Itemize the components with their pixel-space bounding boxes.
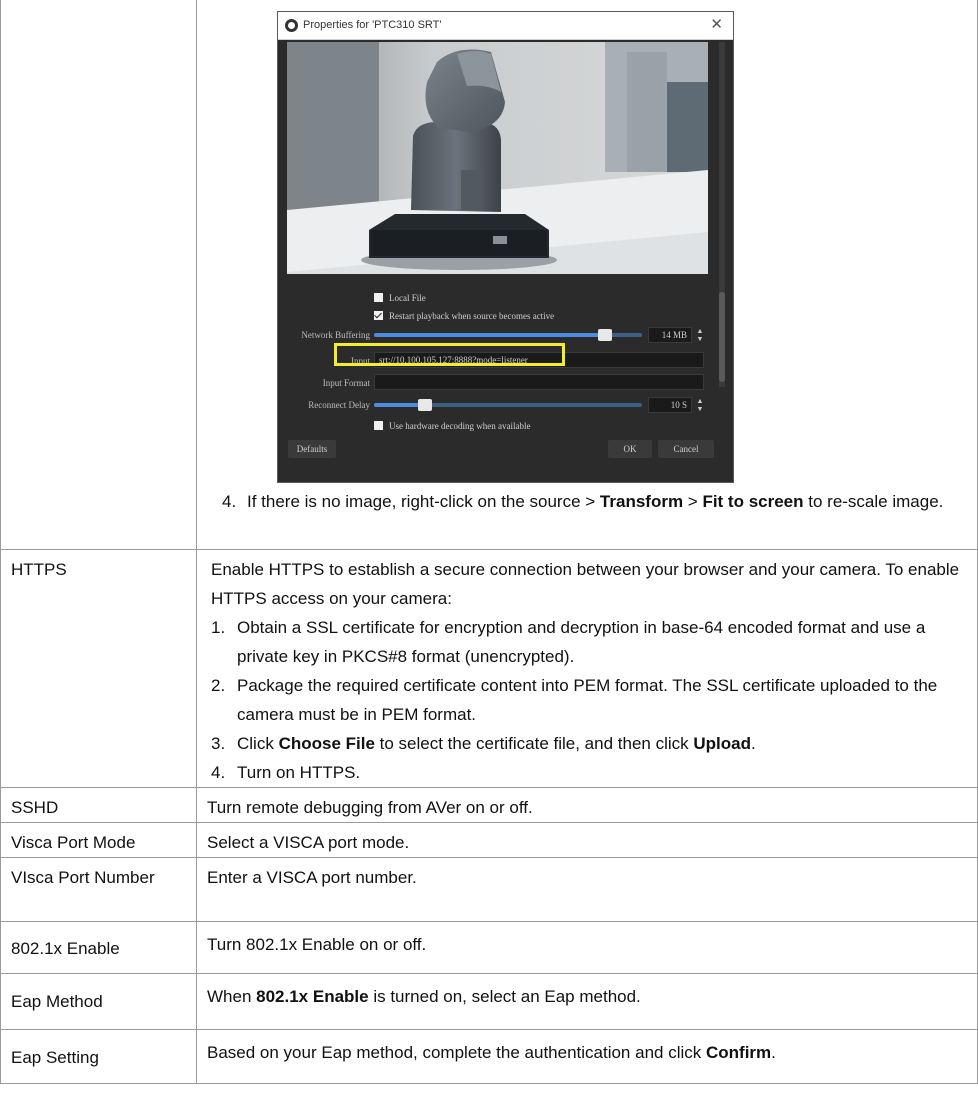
8021x-enable-bold: 802.1x Enable — [256, 986, 369, 1006]
dialog-titlebar: Properties for 'PTC310 SRT' ✕ — [278, 12, 733, 40]
hw-decoding-label: Use hardware decoding when available — [389, 421, 531, 431]
input-format-field[interactable] — [374, 374, 704, 390]
obs-properties-dialog: Properties for 'PTC310 SRT' ✕ Local File… — [277, 11, 734, 483]
restart-playback-checkbox[interactable] — [374, 311, 383, 320]
fit-to-screen-bold: Fit to screen — [702, 492, 804, 511]
local-file-label: Local File — [389, 293, 426, 303]
row-name-8021x-enable: 802.1x Enable — [0, 920, 197, 974]
row-name-visca-port-number: VIsca Port Number — [0, 856, 197, 922]
restart-playback-checkbox-row[interactable]: Restart playback when source becomes act… — [374, 309, 554, 323]
slider-handle[interactable] — [418, 399, 432, 411]
reconnect-delay-spinbox[interactable]: 10 S — [648, 397, 692, 413]
row-desc-sshd: Turn remote debugging from AVer on or of… — [196, 786, 978, 823]
local-file-checkbox[interactable] — [374, 293, 383, 302]
ok-button[interactable]: OK — [608, 440, 652, 458]
step-number: 4. — [222, 492, 237, 511]
table-row: Eap Method When 802.1x Enable is turned … — [0, 972, 978, 1030]
desc-text: Based on your Eap method, complete the a… — [207, 1042, 706, 1062]
network-buffering-spinbox[interactable]: 14 MB — [648, 327, 692, 343]
list-number: 3. — [211, 733, 226, 753]
hw-decoding-checkbox-row[interactable]: Use hardware decoding when available — [374, 419, 530, 433]
list-number: 4. — [211, 762, 226, 782]
desc-text: . — [771, 1042, 776, 1062]
obs-logo-icon — [285, 19, 298, 32]
dialog-title: Properties for 'PTC310 SRT' — [303, 19, 442, 31]
table-row: Visca Port Mode Select a VISCA port mode… — [0, 821, 978, 858]
row-desc-cell: Properties for 'PTC310 SRT' ✕ Local File… — [196, 0, 978, 550]
dialog-scrollbar[interactable] — [719, 42, 725, 387]
spin-arrows-icon[interactable]: ▲ ▼ — [694, 397, 706, 413]
table-row: VIsca Port Number Enter a VISCA port num… — [0, 856, 978, 922]
list-text: Package the required certificate content… — [237, 675, 938, 724]
step-4: 4. If there is no image, right-click on … — [197, 487, 977, 516]
list-text: to select the certificate file, and then… — [374, 733, 694, 753]
settings-table: Properties for 'PTC310 SRT' ✕ Local File… — [0, 0, 978, 1084]
row-name-eap-method: Eap Method — [0, 972, 197, 1030]
local-file-checkbox-row[interactable]: Local File — [374, 291, 426, 305]
hw-decoding-checkbox[interactable] — [374, 421, 383, 430]
list-text: . — [750, 733, 756, 753]
list-item: 3. Click Choose File to select the certi… — [207, 729, 967, 758]
input-format-label: Input Format — [322, 378, 370, 388]
step-text: If there is no image, right-click on the… — [247, 492, 600, 511]
row-desc-https: Enable HTTPS to establish a secure conne… — [196, 548, 978, 788]
list-item: 2. Package the required certificate cont… — [207, 671, 967, 729]
step-separator: > — [683, 492, 703, 511]
row-desc-eap-method: When 802.1x Enable is turned on, select … — [196, 972, 978, 1030]
row-name-sshd: SSHD — [0, 786, 197, 823]
list-text: Click — [237, 733, 279, 753]
reconnect-delay-slider[interactable] — [374, 399, 642, 411]
row-name-eap-setting: Eap Setting — [0, 1028, 197, 1084]
input-highlight-box — [334, 343, 565, 366]
defaults-button[interactable]: Defaults — [288, 440, 336, 458]
row-desc-8021x-enable: Turn 802.1x Enable on or off. — [196, 920, 978, 974]
desc-text: is turned on, select an Eap method. — [368, 986, 641, 1006]
close-icon[interactable]: ✕ — [710, 17, 723, 32]
table-row: HTTPS Enable HTTPS to establish a secure… — [0, 548, 978, 788]
transform-bold: Transform — [599, 492, 684, 511]
spin-arrows-icon[interactable]: ▲ ▼ — [694, 327, 706, 343]
camera-preview-image — [287, 42, 708, 274]
row-name-cell — [0, 0, 197, 550]
table-row: SSHD Turn remote debugging from AVer on … — [0, 786, 978, 823]
list-item: 1. Obtain a SSL certificate for encrypti… — [207, 613, 967, 671]
list-text: Obtain a SSL certificate for encryption … — [237, 617, 926, 666]
network-buffering-slider[interactable] — [374, 329, 642, 341]
row-desc-visca-port-mode: Select a VISCA port mode. — [196, 821, 978, 858]
row-desc-eap-setting: Based on your Eap method, complete the a… — [196, 1028, 978, 1084]
network-buffering-label: Network Buffering — [301, 330, 370, 340]
reconnect-delay-label: Reconnect Delay — [308, 400, 370, 410]
camera-photo — [287, 42, 708, 274]
step-text-end: to re-scale image. — [803, 492, 944, 511]
cancel-button[interactable]: Cancel — [658, 440, 714, 458]
list-text: Turn on HTTPS. — [237, 762, 361, 782]
row-desc-visca-port-number: Enter a VISCA port number. — [196, 856, 978, 922]
list-number: 2. — [211, 675, 226, 695]
confirm-bold: Confirm — [705, 1042, 772, 1062]
slider-handle[interactable] — [598, 329, 612, 341]
upload-bold: Upload — [693, 733, 751, 753]
restart-playback-label: Restart playback when source becomes act… — [389, 311, 555, 321]
table-row: Eap Setting Based on your Eap method, co… — [0, 1028, 978, 1084]
table-row: Properties for 'PTC310 SRT' ✕ Local File… — [0, 0, 978, 550]
row-name-visca-port-mode: Visca Port Mode — [0, 821, 197, 858]
choose-file-bold: Choose File — [278, 733, 375, 753]
list-number: 1. — [211, 617, 226, 637]
https-intro: Enable HTTPS to establish a secure conne… — [211, 559, 960, 608]
row-name-https: HTTPS — [0, 548, 197, 788]
list-item: 4. Turn on HTTPS. — [207, 758, 967, 787]
desc-text: When — [207, 986, 257, 1006]
scrollbar-thumb[interactable] — [719, 292, 725, 382]
table-row: 802.1x Enable Turn 802.1x Enable on or o… — [0, 920, 978, 974]
